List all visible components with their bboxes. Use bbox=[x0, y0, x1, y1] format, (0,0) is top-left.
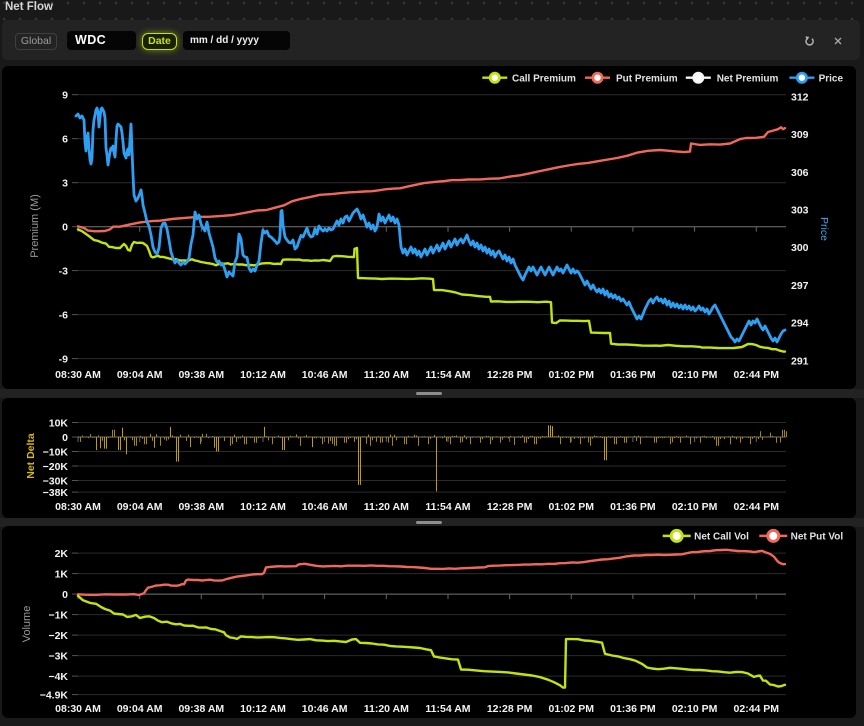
svg-text:Price: Price bbox=[819, 73, 844, 84]
svg-text:09:38 AM: 09:38 AM bbox=[178, 501, 224, 513]
svg-text:Volume: Volume bbox=[21, 606, 33, 643]
svg-text:1K: 1K bbox=[55, 569, 69, 581]
svg-text:11:54 AM: 11:54 AM bbox=[425, 703, 470, 715]
svg-text:10:12 AM: 10:12 AM bbox=[240, 369, 286, 381]
svg-text:Put Premium: Put Premium bbox=[616, 73, 678, 84]
svg-text:306: 306 bbox=[791, 167, 809, 179]
svg-text:-6: -6 bbox=[59, 310, 68, 322]
svg-text:10:12 AM: 10:12 AM bbox=[240, 703, 286, 715]
svg-text:02:10 PM: 02:10 PM bbox=[672, 703, 718, 715]
svg-text:10:46 AM: 10:46 AM bbox=[302, 703, 348, 715]
svg-text:-9: -9 bbox=[59, 354, 68, 366]
svg-text:2K: 2K bbox=[55, 548, 69, 560]
svg-text:−38K: −38K bbox=[43, 487, 69, 499]
svg-text:02:44 PM: 02:44 PM bbox=[734, 703, 780, 715]
svg-text:11:54 AM: 11:54 AM bbox=[425, 501, 470, 513]
svg-text:Net Premium: Net Premium bbox=[717, 73, 779, 84]
svg-text:08:30 AM: 08:30 AM bbox=[55, 369, 101, 381]
svg-text:01:02 PM: 01:02 PM bbox=[549, 369, 595, 381]
svg-text:−4K: −4K bbox=[48, 671, 68, 683]
svg-text:3: 3 bbox=[62, 178, 68, 190]
svg-text:−30K: −30K bbox=[43, 476, 69, 488]
svg-text:10:46 AM: 10:46 AM bbox=[302, 501, 348, 513]
svg-text:11:20 AM: 11:20 AM bbox=[364, 501, 409, 513]
svg-text:297: 297 bbox=[791, 280, 809, 292]
svg-text:294: 294 bbox=[791, 318, 809, 330]
svg-text:Net Delta: Net Delta bbox=[25, 433, 37, 479]
svg-text:−2K: −2K bbox=[48, 630, 68, 642]
svg-text:309: 309 bbox=[791, 129, 809, 141]
svg-text:11:54 AM: 11:54 AM bbox=[425, 369, 470, 381]
svg-text:02:44 PM: 02:44 PM bbox=[734, 501, 780, 513]
svg-text:Call Premium: Call Premium bbox=[512, 73, 576, 84]
svg-text:9: 9 bbox=[62, 90, 68, 102]
svg-text:303: 303 bbox=[791, 205, 809, 217]
svg-text:0: 0 bbox=[62, 589, 68, 601]
svg-text:10:12 AM: 10:12 AM bbox=[240, 501, 286, 513]
svg-text:0: 0 bbox=[62, 432, 68, 444]
svg-text:6: 6 bbox=[62, 134, 68, 146]
svg-text:01:36 PM: 01:36 PM bbox=[610, 369, 656, 381]
svg-text:−4.9K: −4.9K bbox=[40, 690, 69, 702]
svg-text:0: 0 bbox=[62, 222, 68, 234]
svg-text:300: 300 bbox=[791, 242, 809, 254]
svg-text:Price: Price bbox=[818, 217, 830, 241]
svg-text:01:02 PM: 01:02 PM bbox=[549, 703, 595, 715]
svg-text:12:28 PM: 12:28 PM bbox=[487, 501, 533, 513]
svg-text:08:30 AM: 08:30 AM bbox=[55, 703, 101, 715]
svg-text:12:28 PM: 12:28 PM bbox=[487, 703, 533, 715]
svg-text:−10K: −10K bbox=[43, 447, 69, 459]
svg-text:08:30 AM: 08:30 AM bbox=[55, 501, 101, 513]
svg-text:02:10 PM: 02:10 PM bbox=[672, 369, 718, 381]
svg-text:12:28 PM: 12:28 PM bbox=[487, 369, 533, 381]
svg-text:09:04 AM: 09:04 AM bbox=[117, 369, 163, 381]
svg-text:-3: -3 bbox=[59, 266, 68, 278]
svg-text:−1K: −1K bbox=[48, 610, 68, 622]
svg-text:10K: 10K bbox=[49, 418, 69, 430]
svg-text:11:20 AM: 11:20 AM bbox=[364, 703, 409, 715]
svg-text:Premium (M): Premium (M) bbox=[29, 194, 41, 258]
svg-text:09:04 AM: 09:04 AM bbox=[117, 501, 163, 513]
svg-text:312: 312 bbox=[791, 91, 809, 103]
svg-text:02:44 PM: 02:44 PM bbox=[734, 369, 780, 381]
svg-text:01:36 PM: 01:36 PM bbox=[610, 703, 656, 715]
svg-text:Net Call Vol: Net Call Vol bbox=[694, 532, 749, 543]
svg-text:09:38 AM: 09:38 AM bbox=[178, 369, 224, 381]
svg-text:09:38 AM: 09:38 AM bbox=[178, 703, 224, 715]
svg-text:11:20 AM: 11:20 AM bbox=[364, 369, 409, 381]
svg-text:291: 291 bbox=[791, 355, 809, 367]
svg-text:−20K: −20K bbox=[43, 461, 69, 473]
svg-text:01:36 PM: 01:36 PM bbox=[610, 501, 656, 513]
svg-text:Net Put Vol: Net Put Vol bbox=[791, 532, 844, 543]
svg-text:01:02 PM: 01:02 PM bbox=[549, 501, 595, 513]
svg-text:10:46 AM: 10:46 AM bbox=[302, 369, 348, 381]
svg-text:09:04 AM: 09:04 AM bbox=[117, 703, 163, 715]
svg-text:−3K: −3K bbox=[48, 651, 68, 663]
svg-text:02:10 PM: 02:10 PM bbox=[672, 501, 718, 513]
